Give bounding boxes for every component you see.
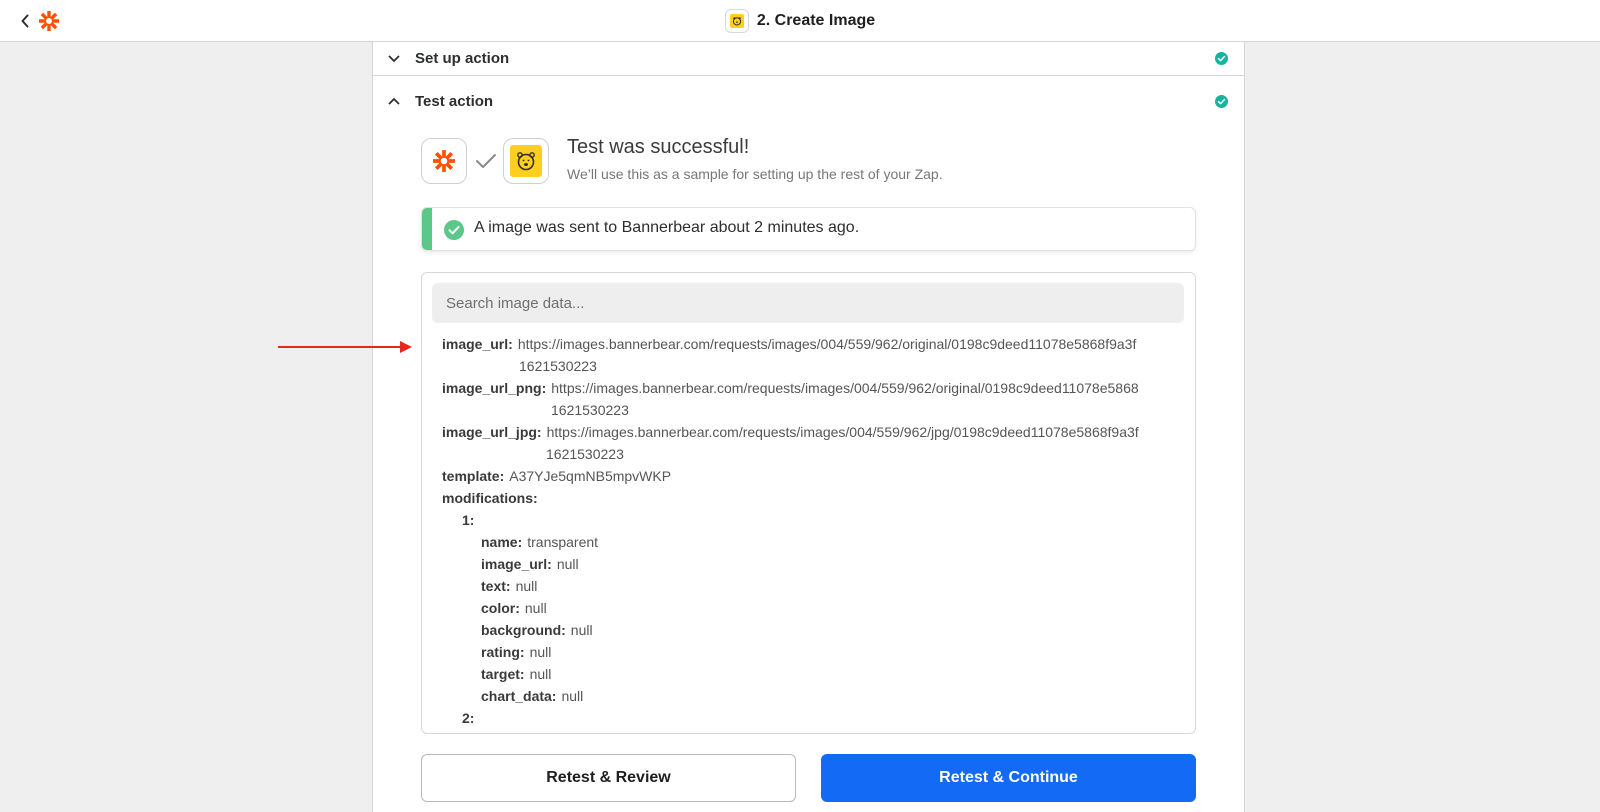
- section-label: Test action: [415, 92, 494, 110]
- data-field: template: A37YJe5qmNB5mpvWKP: [442, 468, 672, 484]
- data-field-continuation: 1621530223: [551, 402, 629, 418]
- notice-message: A image was sent to Bannerbear about 2 m…: [474, 219, 860, 236]
- data-field-continuation: 1621530223: [546, 446, 624, 462]
- connection-check-icon: [476, 154, 496, 168]
- data-field-continuation: 1621530223: [519, 358, 597, 374]
- success-notice: A image was sent to Bannerbear about 2 m…: [421, 207, 1196, 251]
- chevron-up-icon: [388, 98, 400, 105]
- data-field: image_url: https://images.bannerbear.com/…: [442, 336, 1137, 352]
- page-title-group: 2. Create Image: [0, 8, 1600, 34]
- test-success-title: Test was successful!: [567, 136, 750, 158]
- modification-field: rating: null: [481, 644, 552, 660]
- bannerbear-app-icon: [724, 9, 749, 33]
- image-data-panel[interactable]: image_url:https://images.bannerbear.com/…: [421, 272, 1196, 734]
- check-circle-icon: [1215, 52, 1228, 65]
- retest-review-button[interactable]: Retest & Review: [421, 754, 796, 802]
- modification-field: image_url: null: [481, 556, 579, 572]
- data-field: image_url_png: https://images.bannerbear.…: [442, 380, 1139, 396]
- zapier-asterisk-icon: [433, 150, 455, 172]
- modification-field: chart_data: null: [481, 688, 584, 704]
- zapier-app-icon: [421, 138, 467, 184]
- annotation-arrow-icon: [278, 341, 412, 353]
- modification-field: name: transparent: [481, 534, 599, 550]
- modification-field: background: null: [481, 622, 593, 638]
- bannerbear-app-icon: [503, 138, 549, 184]
- bear-icon: [517, 152, 535, 171]
- section-test-action[interactable]: Test action: [373, 77, 1244, 125]
- check-circle-icon: [444, 220, 464, 240]
- retest-continue-button[interactable]: Retest & Continue: [821, 754, 1196, 802]
- search-input[interactable]: [432, 283, 1184, 323]
- section-setup-action[interactable]: Set up action: [373, 42, 1244, 76]
- modification-field: color: null: [481, 600, 547, 616]
- notice-accent-bar: [422, 208, 432, 250]
- bear-icon: [732, 17, 741, 26]
- check-circle-icon: [1215, 94, 1228, 108]
- test-success-subtitle: We’ll use this as a sample for setting u…: [567, 166, 943, 182]
- modification-field: target: null: [481, 666, 552, 682]
- data-field: image_url_jpg: https://images.bannerbear.…: [442, 424, 1139, 440]
- data-field: modifications:: [442, 490, 538, 506]
- page-title: 2. Create Image: [756, 12, 876, 29]
- modification-field: text: null: [481, 578, 538, 594]
- modification-index: 1:: [462, 512, 475, 528]
- chevron-down-icon: [388, 55, 400, 62]
- modification-index: 2:: [462, 710, 475, 726]
- top-bar: 2. Create Image: [0, 0, 1600, 42]
- section-label: Set up action: [415, 50, 510, 67]
